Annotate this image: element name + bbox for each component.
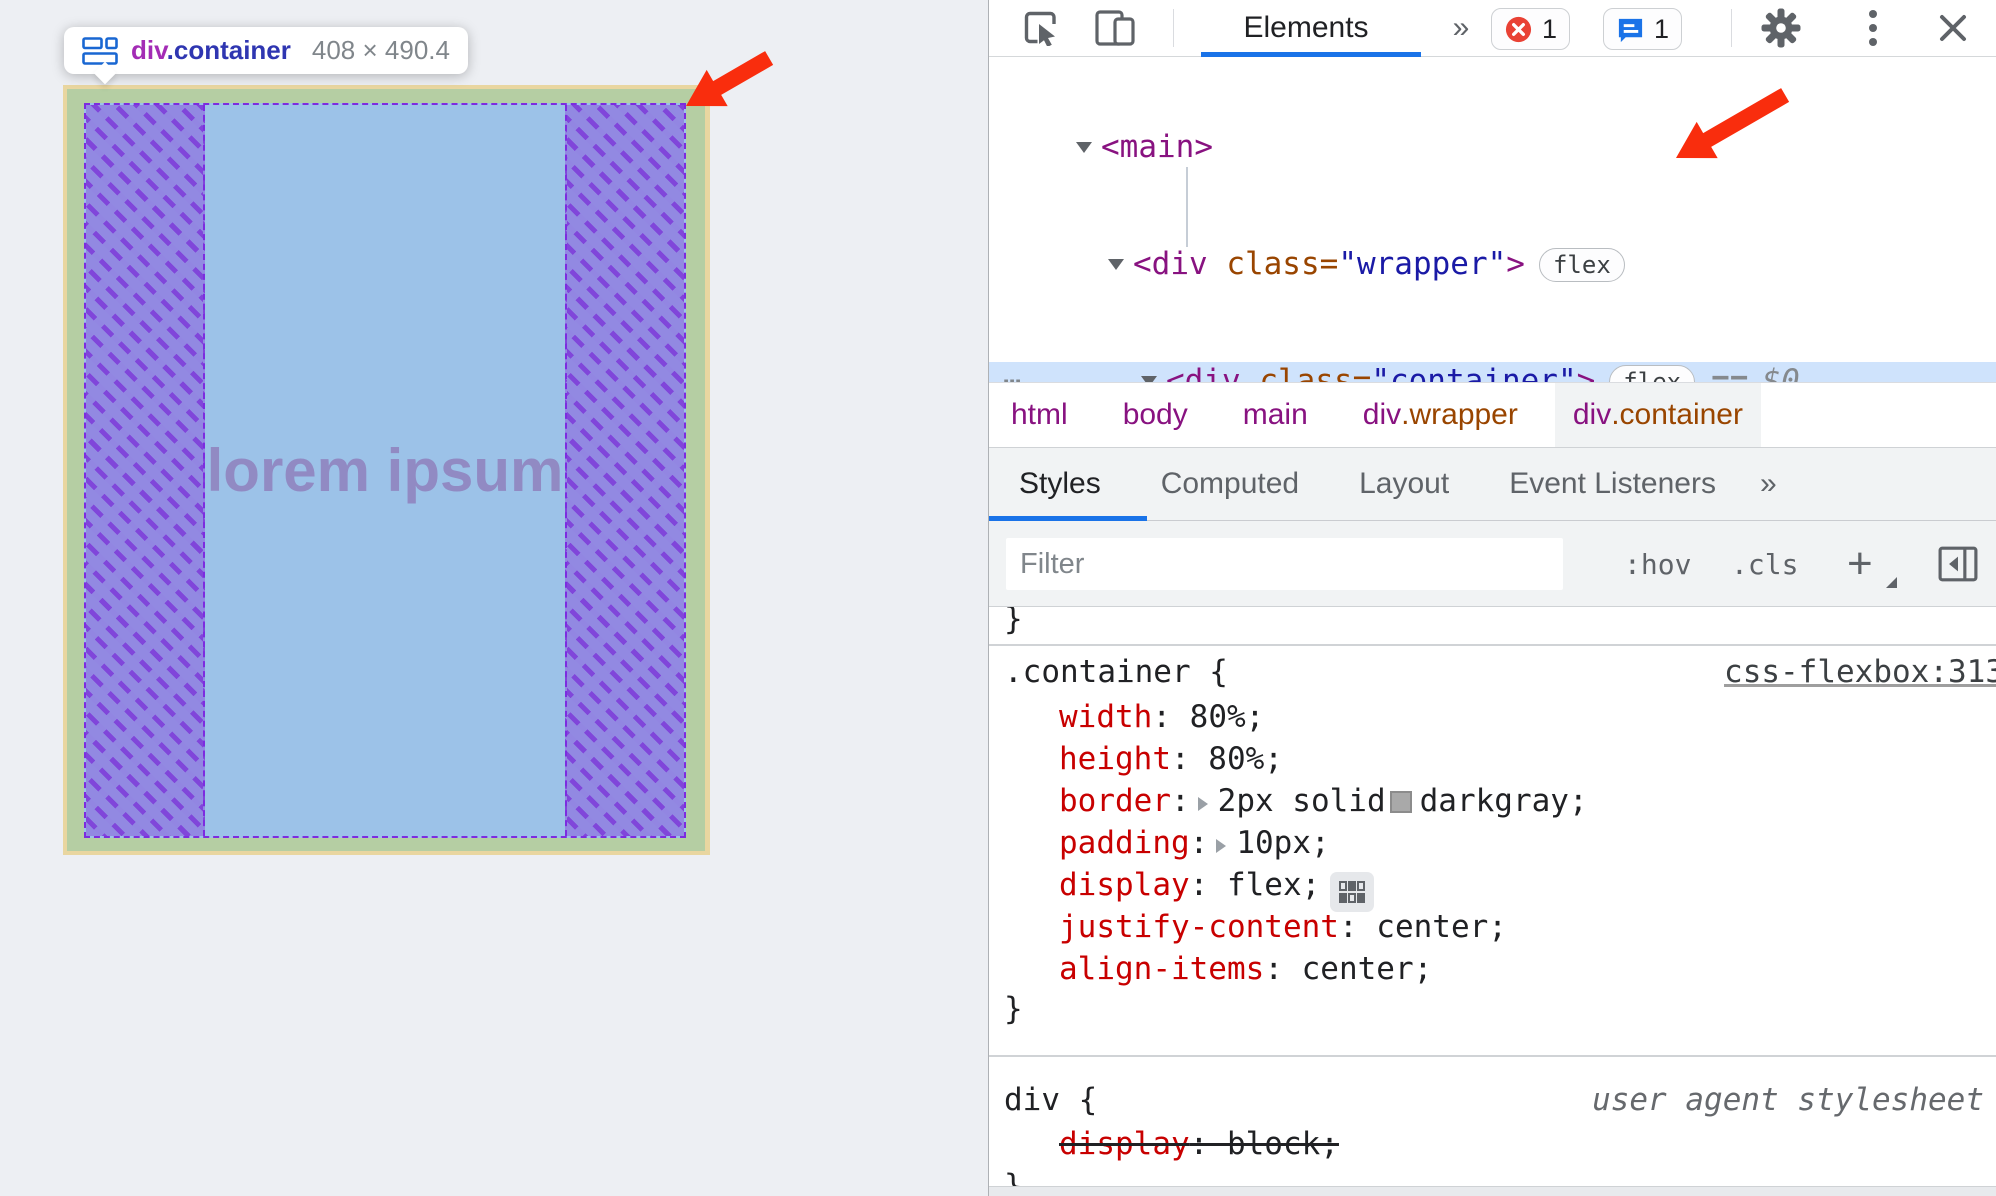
- tab-layout[interactable]: Layout: [1329, 448, 1479, 520]
- rule-container-selector[interactable]: .container {css-flexbox:313: [989, 651, 1996, 693]
- toggle-classes-button[interactable]: .cls: [1731, 521, 1798, 607]
- flex-free-space-hatch-right: [565, 105, 684, 836]
- tab-event-listeners[interactable]: Event Listeners: [1479, 448, 1746, 520]
- toolbar-divider: [1731, 9, 1732, 47]
- error-count: 1: [1542, 13, 1558, 44]
- breadcrumb-html[interactable]: html: [1011, 383, 1068, 447]
- issues-count-badge[interactable]: 1: [1603, 8, 1683, 50]
- toggle-device-toolbar-button[interactable]: [1085, 0, 1145, 56]
- css-property-align-items[interactable]: align-items: center;: [989, 948, 1996, 990]
- inspected-page-viewport: lorem ipsum div.container 408 × 490.4: [0, 0, 988, 1196]
- dom-node-wrapper[interactable]: <div class = "wrapper" > flex: [989, 245, 1996, 284]
- devtools-panel: Elements » 1 1 <main> <div class = "wrap…: [988, 0, 1996, 1196]
- css-property-display[interactable]: display: flex;: [989, 864, 1996, 912]
- breadcrumb: html body main div .wrapper div .container: [989, 382, 1996, 448]
- rule-div-selector[interactable]: div {user agent stylesheet: [989, 1079, 1996, 1121]
- rule-separator: [989, 644, 1996, 646]
- styles-pane: } .container {css-flexbox:313 width: 80%…: [989, 607, 1996, 1196]
- flex-badge[interactable]: flex: [1538, 247, 1625, 282]
- sidebar-tabs: Styles Computed Layout Event Listeners »: [989, 448, 1996, 521]
- expand-triangle-icon[interactable]: [1076, 142, 1092, 153]
- close-icon: [1940, 15, 1966, 41]
- message-icon: [1618, 18, 1643, 42]
- toggle-hover-state-button[interactable]: :hov: [1624, 521, 1691, 607]
- css-property-height[interactable]: height: 80%;: [989, 738, 1996, 780]
- dom-tag-main: <main>: [1101, 129, 1213, 165]
- gear-icon: [1761, 8, 1801, 48]
- element-dimensions-tooltip: div.container 408 × 490.4: [64, 27, 468, 74]
- flex-editor-icon: [1339, 881, 1366, 903]
- css-property-width[interactable]: width: 80%;: [989, 696, 1996, 738]
- panel-toggle-icon: [1938, 546, 1978, 582]
- settings-button[interactable]: [1753, 0, 1809, 56]
- expand-triangle-icon[interactable]: [1108, 259, 1124, 270]
- styles-filter-bar: :hov .cls +: [989, 521, 1996, 607]
- inspect-element-button[interactable]: [1013, 0, 1069, 56]
- error-count-badge[interactable]: 1: [1491, 8, 1571, 50]
- tooltip-dimensions: 408 × 490.4: [311, 35, 450, 65]
- more-tabs-chevron[interactable]: »: [1437, 0, 1485, 56]
- device-toolbar-icon: [1095, 10, 1135, 46]
- toggle-sidebar-panel-button[interactable]: [1938, 521, 1978, 607]
- new-style-rule-button[interactable]: +: [1847, 521, 1873, 607]
- shorthand-expand-icon[interactable]: [1216, 839, 1227, 853]
- styles-filter-input[interactable]: [1006, 538, 1563, 590]
- dom-indent-guide: [1186, 167, 1188, 247]
- close-devtools-button[interactable]: [1925, 0, 1981, 56]
- css-property-border[interactable]: border: 2px solid darkgray;: [989, 780, 1996, 822]
- rule-container-close-brace: }: [1004, 991, 1023, 1027]
- next-section-separator: [989, 1186, 1996, 1196]
- flex-free-space-hatch-left: [86, 105, 205, 836]
- shorthand-expand-icon[interactable]: [1197, 797, 1208, 811]
- kebab-menu-icon: [1869, 10, 1877, 46]
- flex-overlay-border-area: lorem ipsum: [63, 85, 710, 855]
- flex-overlay-content-area: lorem ipsum: [84, 103, 686, 838]
- css-property-display-overridden[interactable]: display: block;: [989, 1123, 1996, 1165]
- dom-node-main[interactable]: <main>: [989, 128, 1996, 167]
- error-icon: [1505, 16, 1532, 42]
- tab-styles[interactable]: Styles: [989, 448, 1131, 520]
- css-property-padding[interactable]: padding: 10px;: [989, 822, 1996, 864]
- breadcrumb-main[interactable]: main: [1243, 383, 1308, 447]
- darkgray-color-swatch[interactable]: [1389, 791, 1412, 813]
- stylesheet-source-link[interactable]: css-flexbox:313: [1724, 651, 1996, 693]
- issues-count: 1: [1654, 13, 1670, 44]
- tab-elements[interactable]: Elements: [1231, 0, 1381, 56]
- tooltip-tag-name: div: [131, 35, 167, 65]
- toolbar-divider: [1173, 9, 1174, 47]
- inspect-cursor-icon: [1024, 11, 1056, 46]
- devtools-toolbar: Elements » 1 1: [989, 0, 1996, 57]
- rule-separator: [989, 1055, 1996, 1057]
- previous-rule-close-brace: }: [1004, 607, 1023, 637]
- tab-computed[interactable]: Computed: [1131, 448, 1329, 520]
- page-heading: lorem ipsum: [206, 437, 564, 504]
- breadcrumb-div-wrapper[interactable]: div .wrapper: [1363, 383, 1518, 447]
- kebab-menu-button[interactable]: [1849, 0, 1897, 56]
- devtools-window: lorem ipsum div.container 408 × 490.4 El…: [0, 0, 1996, 1196]
- more-sidebar-tabs-chevron[interactable]: »: [1760, 467, 1777, 501]
- user-agent-stylesheet-label: user agent stylesheet: [1592, 1082, 1984, 1118]
- tooltip-selector: div.container: [131, 35, 291, 66]
- flex-layout-icon: [82, 36, 118, 65]
- breadcrumb-body[interactable]: body: [1123, 383, 1188, 447]
- new-rule-dropdown-corner: [1886, 577, 1897, 588]
- breadcrumb-div-container-selected[interactable]: div .container: [1554, 383, 1761, 447]
- tooltip-class-name: .container: [166, 35, 291, 65]
- css-property-justify-content[interactable]: justify-content: center;: [989, 906, 1996, 948]
